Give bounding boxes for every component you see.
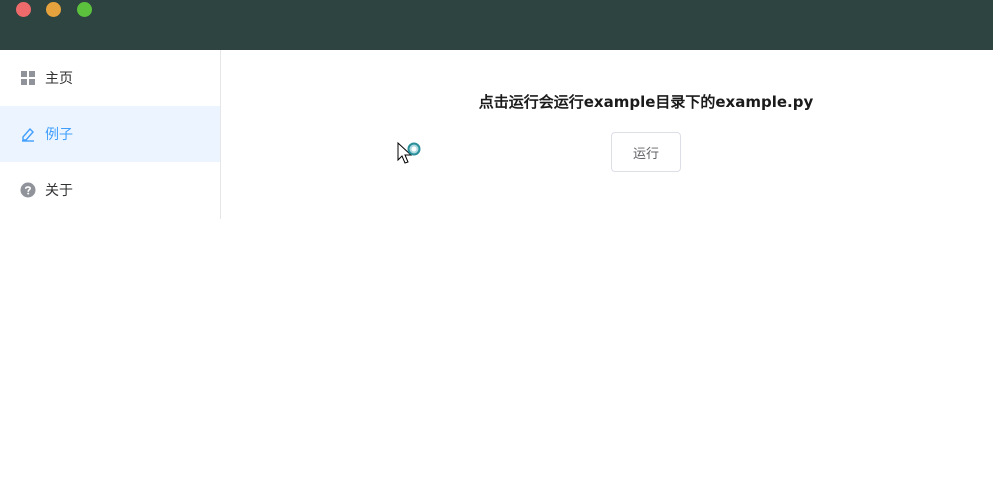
sidebar-item-label: 关于: [45, 183, 73, 199]
run-button[interactable]: 运行: [611, 132, 681, 172]
title-bar: [0, 0, 993, 50]
edit-icon: [20, 126, 36, 142]
busy-cursor-icon: [397, 141, 421, 164]
sidebar-item-about[interactable]: 关于: [0, 162, 220, 218]
sidebar-item-label: 例子: [45, 127, 73, 143]
question-icon: [20, 182, 36, 198]
sidebar-item-examples[interactable]: 例子: [0, 106, 220, 162]
main-content: 点击运行会运行example目录下的example.py 运行: [221, 50, 993, 503]
close-window-button[interactable]: [16, 2, 31, 17]
sidebar-item-home[interactable]: 主页: [0, 50, 220, 106]
sidebar-item-label: 主页: [45, 71, 73, 87]
maximize-window-button[interactable]: [77, 2, 92, 17]
minimize-window-button[interactable]: [46, 2, 61, 17]
page-heading: 点击运行会运行example目录下的example.py: [478, 93, 814, 111]
grid-icon: [20, 70, 36, 86]
sidebar-menu: 主页 例子 关于: [0, 50, 221, 219]
